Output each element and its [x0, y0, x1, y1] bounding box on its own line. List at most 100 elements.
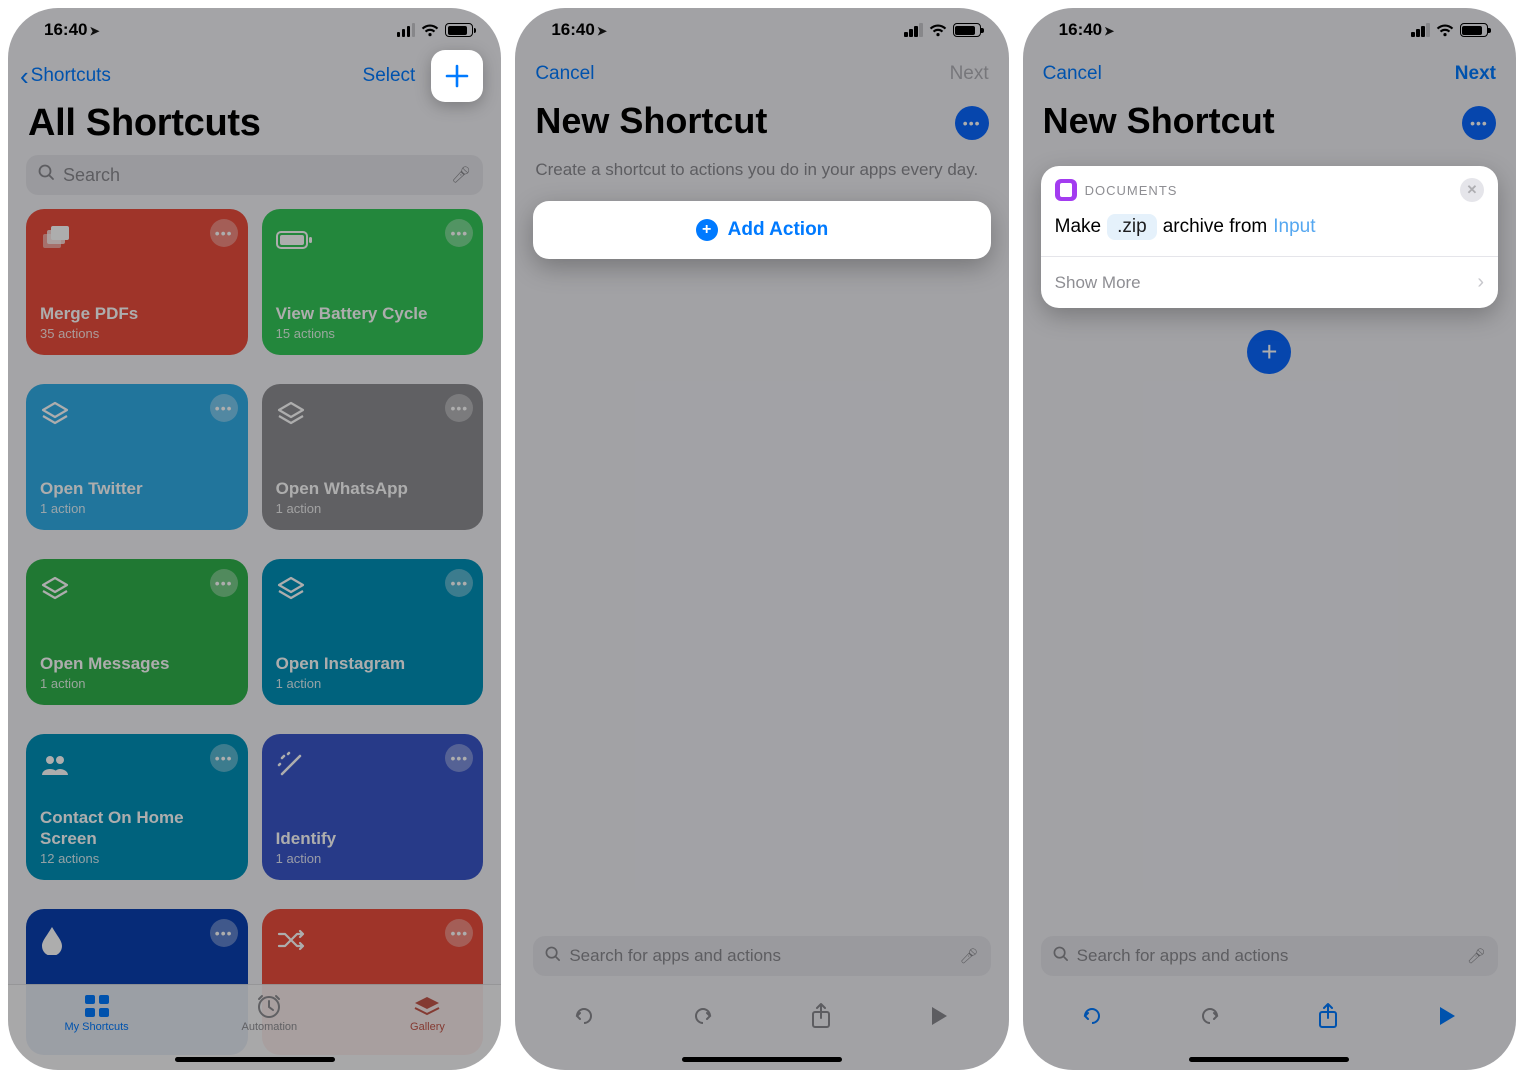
- add-action-below-button[interactable]: +: [1247, 330, 1291, 374]
- more-icon[interactable]: •••: [210, 919, 238, 947]
- share-button[interactable]: [1313, 1001, 1343, 1031]
- tile-open-instagram[interactable]: ••• Open Instagram 1 action: [262, 559, 484, 705]
- signal-icon: [904, 23, 923, 37]
- home-indicator[interactable]: [1189, 1057, 1349, 1062]
- show-more-button[interactable]: Show More ›: [1041, 257, 1498, 308]
- clock-icon: [254, 993, 284, 1019]
- screen-new-shortcut-empty: 16:40➤ Cancel Next New Shortcut ••• Crea…: [515, 8, 1008, 1070]
- cancel-button[interactable]: Cancel: [535, 63, 594, 85]
- tile-identify[interactable]: ••• Identify 1 action: [262, 734, 484, 880]
- wifi-icon: [421, 24, 439, 37]
- action-word: archive from: [1163, 216, 1268, 238]
- cancel-button[interactable]: Cancel: [1043, 63, 1102, 85]
- signal-icon: [397, 23, 416, 37]
- add-action-button[interactable]: + Add Action: [533, 201, 990, 259]
- tile-open-messages[interactable]: ••• Open Messages 1 action: [26, 559, 248, 705]
- layers-icon: [40, 398, 234, 432]
- toolbar: [515, 986, 1008, 1046]
- search-actions-input[interactable]: Search for apps and actions 🎤︎: [533, 936, 990, 976]
- chevron-right-icon: ›: [1477, 271, 1484, 294]
- battery-icon: [445, 23, 473, 37]
- action-app-label: DOCUMENTS: [1085, 183, 1178, 198]
- tab-my-shortcuts[interactable]: My Shortcuts: [64, 993, 128, 1033]
- new-shortcut-button[interactable]: [431, 50, 483, 102]
- page-title: All Shortcuts: [8, 96, 501, 155]
- page-title: New Shortcut: [515, 96, 787, 150]
- search-icon: [1053, 946, 1069, 967]
- action-body: Make .zip archive from Input: [1041, 208, 1498, 256]
- status-right: [904, 23, 981, 37]
- status-time: 16:40➤: [551, 20, 607, 40]
- plus-circle-icon: +: [696, 219, 718, 241]
- undo-button[interactable]: [1077, 1001, 1107, 1031]
- redo-button[interactable]: [688, 1001, 718, 1031]
- description-text: Create a shortcut to actions you do in y…: [515, 150, 1008, 201]
- signal-icon: [1411, 23, 1430, 37]
- documents-app-icon: [1055, 179, 1077, 201]
- screen-all-shortcuts: 16:40➤ ‹ Shortcuts Select All Shortcuts …: [8, 8, 501, 1070]
- mic-icon[interactable]: 🎤︎: [1467, 947, 1486, 965]
- more-icon[interactable]: •••: [210, 219, 238, 247]
- tile-battery-cycle[interactable]: ••• View Battery Cycle 15 actions: [262, 209, 484, 355]
- remove-action-button[interactable]: ✕: [1460, 178, 1484, 202]
- more-icon[interactable]: •••: [210, 569, 238, 597]
- search-icon: [545, 946, 561, 967]
- run-button[interactable]: [924, 1001, 954, 1031]
- status-right: [397, 23, 474, 37]
- mic-icon[interactable]: 🎤︎: [960, 947, 979, 965]
- drop-icon: [40, 923, 234, 957]
- search-input[interactable]: Search 🎤︎: [26, 155, 483, 195]
- page-title: New Shortcut: [1023, 96, 1295, 150]
- layers-icon: [40, 573, 234, 607]
- home-indicator[interactable]: [682, 1057, 842, 1062]
- share-button[interactable]: [806, 1001, 836, 1031]
- battery-icon: [953, 23, 981, 37]
- archive-input-param[interactable]: Input: [1273, 216, 1315, 238]
- battery-icon: [1460, 23, 1488, 37]
- more-options-button[interactable]: •••: [955, 106, 989, 140]
- action-make-archive[interactable]: DOCUMENTS ✕ Make .zip archive from Input…: [1041, 166, 1498, 308]
- search-icon: [38, 164, 55, 186]
- people-icon: [40, 748, 234, 782]
- status-bar: 16:40➤: [515, 8, 1008, 52]
- next-button[interactable]: Next: [950, 63, 989, 85]
- tile-merge-pdfs[interactable]: ••• Merge PDFs 35 actions: [26, 209, 248, 355]
- next-button[interactable]: Next: [1455, 63, 1496, 85]
- nav-bar: Cancel Next: [1023, 52, 1516, 96]
- tile-contact-home[interactable]: ••• Contact On Home Screen 12 actions: [26, 734, 248, 880]
- wifi-icon: [929, 24, 947, 37]
- chevron-left-icon: ‹: [20, 63, 29, 89]
- status-time: 16:40➤: [1059, 20, 1115, 40]
- status-time: 16:40➤: [44, 20, 100, 40]
- grid-icon: [82, 993, 112, 1019]
- search-actions-input[interactable]: Search for apps and actions 🎤︎: [1041, 936, 1498, 976]
- nav-bar: Cancel Next: [515, 52, 1008, 96]
- shortcuts-grid: ••• Merge PDFs 35 actions ••• View Batte…: [8, 209, 501, 1070]
- home-indicator[interactable]: [175, 1057, 335, 1062]
- status-bar: 16:40➤: [1023, 8, 1516, 52]
- back-button[interactable]: ‹ Shortcuts: [20, 63, 111, 89]
- wand-icon: [276, 748, 470, 782]
- select-button[interactable]: Select: [363, 65, 416, 87]
- layers-icon: [276, 398, 470, 432]
- tab-automation[interactable]: Automation: [242, 993, 298, 1033]
- search-placeholder: Search: [63, 165, 120, 186]
- action-word: Make: [1055, 216, 1101, 238]
- tile-open-whatsapp[interactable]: ••• Open WhatsApp 1 action: [262, 384, 484, 530]
- search-placeholder: Search for apps and actions: [569, 946, 781, 966]
- layers-icon: [276, 573, 470, 607]
- run-button[interactable]: [1432, 1001, 1462, 1031]
- tile-open-twitter[interactable]: ••• Open Twitter 1 action: [26, 384, 248, 530]
- mic-icon[interactable]: 🎤︎: [451, 165, 471, 185]
- more-options-button[interactable]: •••: [1462, 106, 1496, 140]
- status-right: [1411, 23, 1488, 37]
- tab-gallery[interactable]: Gallery: [410, 993, 445, 1033]
- more-icon[interactable]: •••: [210, 394, 238, 422]
- redo-button[interactable]: [1195, 1001, 1225, 1031]
- shuffle-icon: [276, 923, 470, 957]
- more-icon[interactable]: •••: [210, 744, 238, 772]
- undo-button[interactable]: [569, 1001, 599, 1031]
- archive-format-param[interactable]: .zip: [1107, 214, 1157, 240]
- status-bar: 16:40➤: [8, 8, 501, 52]
- toolbar: [1023, 986, 1516, 1046]
